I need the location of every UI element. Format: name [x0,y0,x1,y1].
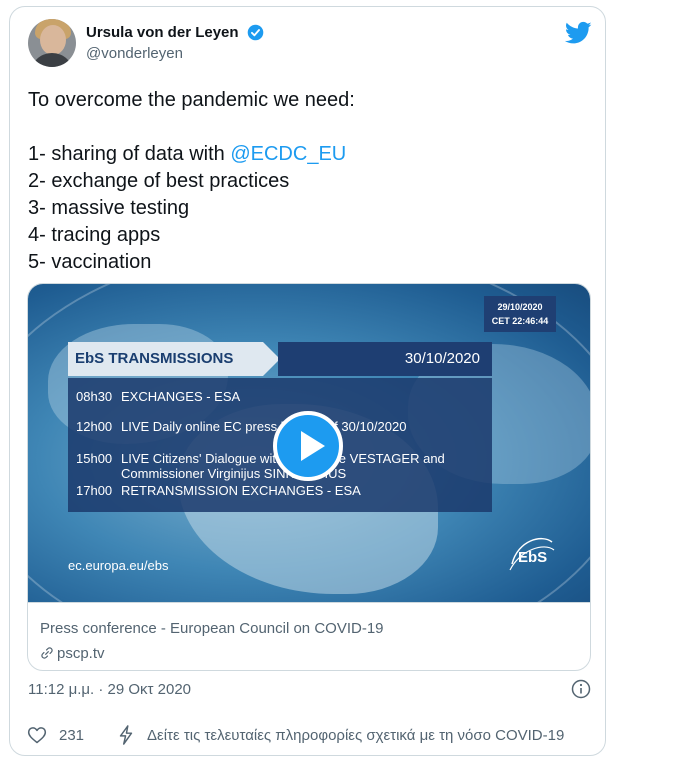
ebs-logo-text: EbS [518,549,547,566]
video-player[interactable]: 29/10/2020 CET 22:46:44 EbS TRANSMISSION… [28,284,590,602]
schedule-row: 15h00LIVE Citizens' Dialogue with Margre… [76,451,445,466]
schedule-text: LIVE Daily online EC press briefing of 3… [121,419,407,434]
link-preview[interactable]: Press conference - European Council on C… [28,602,590,670]
ebs-header-title: EbS TRANSMISSIONS [68,342,280,376]
tweet-card[interactable]: Ursula von der Leyen @vonderleyen To ove… [9,6,606,756]
tweet-line: To overcome the pandemic we need: [28,89,355,111]
schedule-text: EXCHANGES - ESA [121,389,241,404]
schedule-row: 08h30 EXCHANGES - ESA [76,389,240,404]
ebs-logo-icon: EbS [509,537,555,571]
tweet-line: 2- exchange of best practices [28,170,290,192]
twitter-logo-icon[interactable] [565,21,592,45]
schedule-time: 12h00 [76,419,113,434]
media-card[interactable]: 29/10/2020 CET 22:46:44 EbS TRANSMISSION… [27,283,591,671]
schedule-row: 17h00 RETRANSMISSION EXCHANGES - ESA [76,483,361,498]
tweet-line: 1- sharing of data with @ECDC_EU [28,141,588,168]
heart-icon[interactable] [27,725,47,745]
tweet-line-text: 1- sharing of data with [28,143,231,165]
avatar[interactable] [28,19,76,67]
tweet-text: To overcome the pandemic we need: 1- sha… [28,87,588,276]
tweet-line: 4- tracing apps [28,224,161,246]
lightning-icon [119,725,133,745]
tweet-line: 3- massive testing [28,197,190,219]
ebs-header-date: 30/10/2020 [278,342,492,376]
ebs-url: ec.europa.eu/ebs [68,558,169,573]
tweet-line: 5- vaccination [28,251,152,273]
broadcast-timestamp: 29/10/2020 CET 22:46:44 [484,296,556,332]
link-title[interactable]: Press conference - European Council on C… [40,620,384,637]
like-count[interactable]: 231 [59,727,84,744]
tweet-timestamp[interactable]: 11:12 μ.μ. · 29 Οκτ 2020 [28,681,191,698]
broadcast-time: CET 22:46:44 [491,316,549,326]
broadcast-date: 29/10/2020 [497,302,543,312]
covid-info-link[interactable]: Δείτε τις τελευταίες πληροφορίες σχετικά… [147,727,595,744]
schedule-text: RETRANSMISSION EXCHANGES - ESA [121,483,361,498]
author-name[interactable]: Ursula von der Leyen [86,24,239,41]
ebs-header: EbS TRANSMISSIONS 30/10/2020 [68,342,492,376]
play-button[interactable] [273,411,343,481]
schedule-row: 12h00 LIVE Daily online EC press briefing… [76,419,406,434]
link-domain-text: pscp.tv [57,645,105,662]
schedule-time: 08h30 [76,389,113,404]
author-handle[interactable]: @vonderleyen [86,45,183,62]
info-icon[interactable] [571,679,591,699]
link-domain[interactable]: pscp.tv [40,645,105,662]
schedule-time: 17h00 [76,483,113,498]
schedule-time: 15h00 [76,451,113,466]
verified-badge-icon [247,24,264,41]
mention-link[interactable]: @ECDC_EU [230,143,346,165]
link-icon [41,647,53,659]
